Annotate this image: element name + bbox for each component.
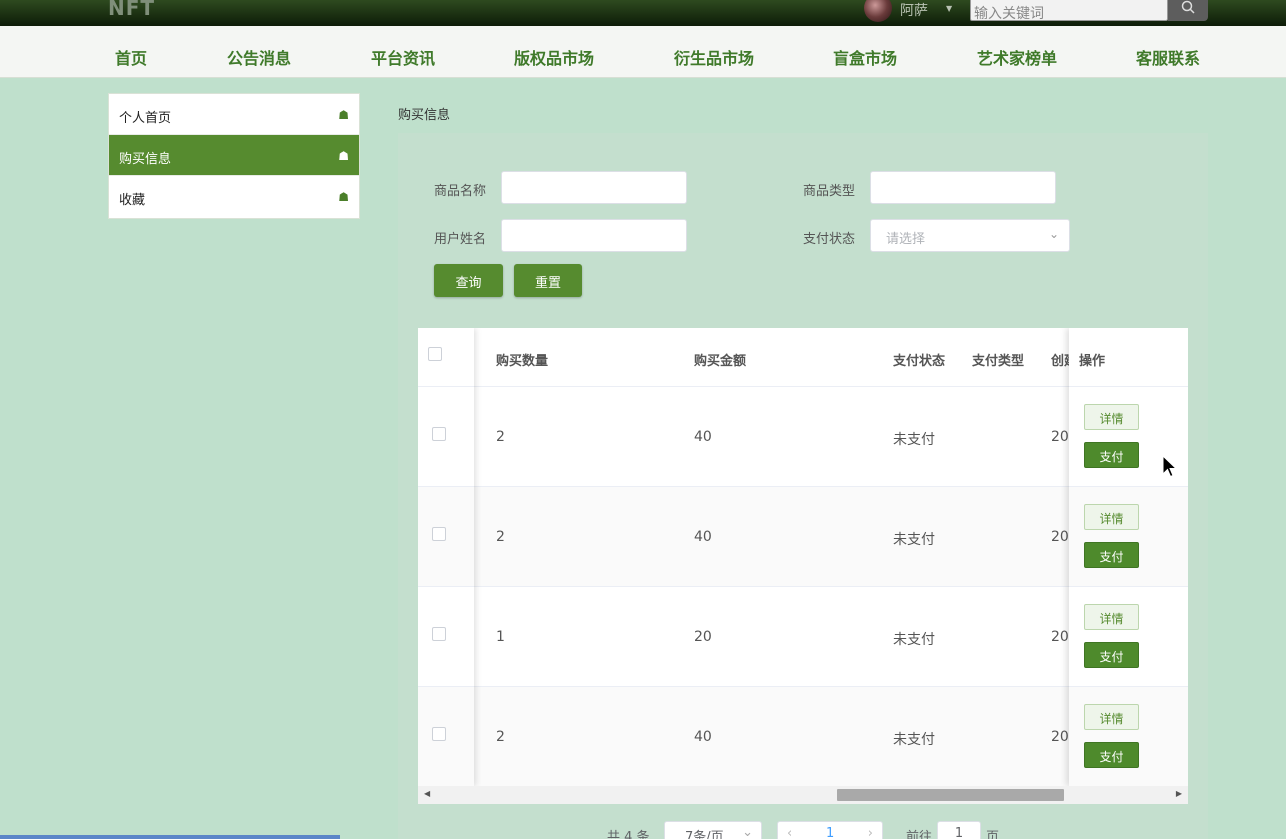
cell-status: 未支付 [893, 432, 935, 448]
goto-page-input[interactable]: 1 [937, 821, 981, 839]
row-checkbox[interactable] [432, 427, 446, 441]
home-icon: ☗ [338, 149, 349, 163]
action-cell: 详情 支付 [1069, 686, 1188, 786]
fixed-actions-column: 操作 详情 支付 详情 支付 详情 支付 详情 支付 [1069, 328, 1188, 786]
nav-item-blindbox-market[interactable]: 盲盒市场 [833, 45, 897, 69]
detail-button[interactable]: 详情 [1084, 404, 1139, 430]
sidebar-item-profile[interactable]: 个人首页 ☗ [109, 94, 359, 135]
pay-button[interactable]: 支付 [1084, 742, 1139, 768]
search-button[interactable] [1168, 0, 1208, 21]
pay-button[interactable]: 支付 [1084, 442, 1139, 468]
detail-button[interactable]: 详情 [1084, 504, 1139, 530]
search-input[interactable]: 输入关键词 [970, 0, 1168, 22]
detail-button[interactable]: 详情 [1084, 604, 1139, 630]
sidebar-item-label: 购买信息 [119, 152, 172, 167]
row-checkbox[interactable] [432, 727, 446, 741]
cell-amount: 20 [694, 629, 712, 645]
product-type-label: 商品类型 [803, 184, 856, 199]
select-all-checkbox[interactable] [428, 347, 442, 361]
nav-item-customer-service[interactable]: 客服联系 [1136, 45, 1200, 69]
query-button[interactable]: 查询 [434, 264, 503, 297]
detail-button[interactable]: 详情 [1084, 704, 1139, 730]
purchase-table: 购买数量 购买金额 支付状态 支付类型 创建 2 40 未支付 202 2 40… [418, 328, 1188, 786]
chevron-down-icon[interactable]: ▼ [946, 4, 952, 13]
chevron-down-icon: ⌄ [742, 825, 753, 839]
page-size-select[interactable]: 7条/页 ⌄ [664, 821, 762, 839]
cell-status: 未支付 [893, 732, 935, 748]
pay-button[interactable]: 支付 [1084, 542, 1139, 568]
goto-suffix: 页 [986, 830, 1000, 839]
nav-item-news[interactable]: 平台资讯 [371, 45, 435, 69]
nav-item-announcements[interactable]: 公告消息 [227, 45, 291, 69]
page-size-value: 7条/页 [685, 830, 724, 839]
column-header-qty: 购买数量 [496, 354, 549, 369]
column-header-pay-type: 支付类型 [972, 354, 1025, 369]
user-name-label: 用户姓名 [434, 232, 487, 247]
pagination-total: 共 4 条 [607, 830, 650, 839]
pay-status-label: 支付状态 [803, 232, 856, 247]
row-checkbox[interactable] [432, 527, 446, 541]
top-bar: NFT 阿萨 ▼ 输入关键词 [0, 0, 1286, 26]
sidebar-item-label: 个人首页 [119, 111, 172, 126]
cell-amount: 40 [694, 429, 712, 445]
user-avatar[interactable] [864, 0, 892, 22]
site-logo[interactable]: NFT [108, 0, 155, 20]
scroll-right-icon[interactable]: ▶ [1176, 789, 1182, 798]
nav-item-derivatives-market[interactable]: 衍生品市场 [674, 45, 754, 69]
sidebar-item-favorites[interactable]: 收藏 ☗ [109, 176, 359, 217]
cell-amount: 40 [694, 529, 712, 545]
pay-status-select[interactable]: 请选择 ⌄ [870, 219, 1070, 252]
product-name-input[interactable] [501, 171, 687, 204]
nav-item-home[interactable]: 首页 [115, 45, 147, 69]
next-page-icon[interactable]: › [868, 826, 873, 839]
cell-qty: 2 [496, 529, 505, 545]
column-header-status: 支付状态 [893, 354, 946, 369]
search-icon [1181, 0, 1195, 14]
taskbar-strip [0, 835, 340, 839]
scroll-left-icon[interactable]: ◀ [424, 789, 430, 798]
reset-button[interactable]: 重置 [514, 264, 582, 297]
nav-item-copyright-market[interactable]: 版权品市场 [514, 45, 594, 69]
pager-buttons: ‹ 1 › [777, 821, 883, 839]
goto-prefix: 前往 [906, 830, 933, 839]
user-name-input[interactable] [501, 219, 687, 252]
chevron-down-icon: ⌄ [1048, 227, 1059, 241]
product-name-label: 商品名称 [434, 184, 487, 199]
cell-qty: 1 [496, 629, 505, 645]
cell-qty: 2 [496, 729, 505, 745]
column-header-ops: 操作 [1079, 354, 1106, 369]
mouse-cursor-icon [1162, 455, 1178, 478]
sidebar: 个人首页 ☗ 购买信息 ☗ 收藏 ☗ [108, 93, 360, 219]
sidebar-item-purchases[interactable]: 购买信息 ☗ [109, 135, 359, 176]
row-checkbox[interactable] [432, 627, 446, 641]
cell-qty: 2 [496, 429, 505, 445]
cell-status: 未支付 [893, 632, 935, 648]
breadcrumb: 购买信息 [398, 108, 451, 123]
cell-status: 未支付 [893, 532, 935, 548]
column-header-amount: 购买金额 [694, 354, 747, 369]
home-icon: ☗ [338, 108, 349, 122]
prev-page-icon[interactable]: ‹ [787, 826, 792, 839]
pay-button[interactable]: 支付 [1084, 642, 1139, 668]
scrollbar-thumb[interactable] [837, 789, 1064, 801]
action-cell: 详情 支付 [1069, 486, 1188, 586]
username[interactable]: 阿萨 [900, 0, 928, 20]
home-icon: ☗ [338, 190, 349, 204]
select-placeholder: 请选择 [886, 232, 926, 247]
main-nav: 首页 公告消息 平台资讯 版权品市场 衍生品市场 盲盒市场 艺术家榜单 客服联系 [0, 26, 1286, 78]
current-page[interactable]: 1 [826, 826, 834, 839]
horizontal-scrollbar[interactable]: ◀ ▶ [418, 786, 1188, 804]
action-cell: 详情 支付 [1069, 586, 1188, 686]
nav-item-artist-ranking[interactable]: 艺术家榜单 [977, 45, 1057, 69]
cell-amount: 40 [694, 729, 712, 745]
product-type-input[interactable] [870, 171, 1056, 204]
sidebar-item-label: 收藏 [119, 193, 146, 208]
